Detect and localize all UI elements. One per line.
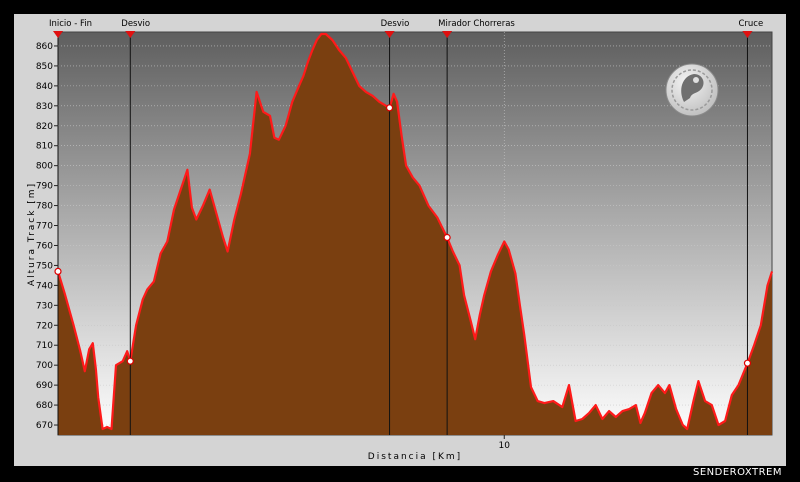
waypoint-label: Desvio	[381, 19, 410, 29]
y-tick-label: 810	[36, 142, 53, 152]
waypoint-label: Cruce	[738, 19, 763, 29]
y-tick-label: 780	[36, 202, 53, 212]
y-tick-label: 740	[36, 281, 53, 291]
y-tick-label: 760	[36, 241, 53, 251]
elevation-profile-chart: Inicio - Fin Desvio Desvio Mirador Chorrera…	[14, 14, 786, 466]
y-tick-label: 690	[36, 381, 53, 391]
waypoint-point	[743, 359, 752, 367]
logo-icon	[665, 63, 719, 117]
waypoint-point	[54, 267, 62, 276]
waypoint-label: Inicio - Fin	[49, 19, 92, 29]
y-axis-title: Altura Track [m]	[27, 182, 37, 286]
y-tick-label: 770	[36, 222, 53, 232]
y-tick-label: 840	[36, 82, 53, 92]
waypoint-point	[385, 104, 394, 112]
y-tick-label: 680	[36, 401, 53, 411]
y-tick-label: 700	[36, 361, 53, 371]
y-tick-label: 720	[36, 321, 53, 331]
x-axis-title: Distancia [Km]	[368, 452, 462, 462]
y-tick-label: 730	[36, 301, 53, 311]
waypoint-point	[126, 357, 134, 365]
y-tick-label: 790	[36, 182, 53, 192]
waypoint-label: Desvio	[121, 19, 150, 29]
y-tick-label: 820	[36, 122, 53, 132]
credit-text: SENDEROXTREM	[692, 467, 782, 478]
y-tick-label: 800	[36, 162, 53, 172]
y-tick-label: 860	[36, 42, 53, 52]
y-tick-label: 670	[36, 421, 53, 431]
waypoint-label: Mirador Chorreras	[438, 19, 515, 29]
waypoint-point	[443, 233, 451, 242]
y-tick-label: 850	[36, 62, 53, 72]
x-tick-label: 10	[499, 441, 511, 451]
y-tick-label: 750	[36, 261, 53, 271]
y-tick-label: 710	[36, 341, 53, 351]
y-tick-label: 830	[36, 102, 53, 112]
